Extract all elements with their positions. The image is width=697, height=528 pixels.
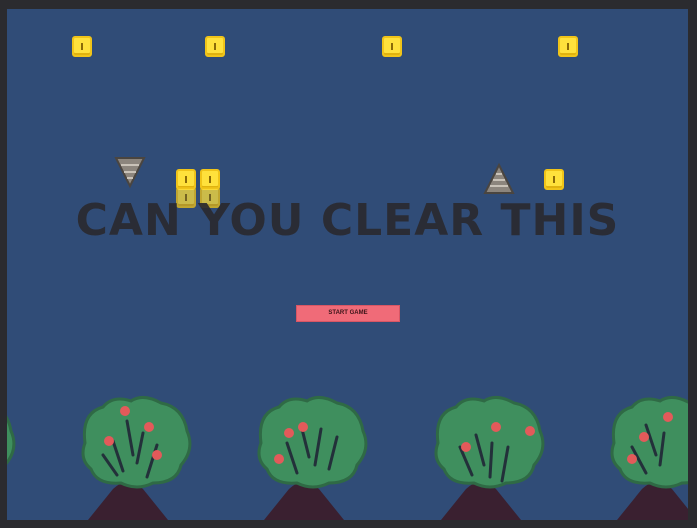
apple-tree (73, 393, 203, 520)
game-title: CAN YOU CLEAR THIS (75, 195, 620, 246)
coin-icon (544, 169, 564, 190)
start-game-button[interactable]: START GAME (296, 305, 400, 322)
spike-up-icon (483, 162, 515, 194)
apple-tree (426, 393, 556, 520)
coin-icon (558, 36, 578, 57)
game-frame: CAN YOU CLEAR THIS START GAME (0, 0, 697, 528)
apple-tree (7, 393, 27, 520)
apple-tree (602, 393, 688, 520)
coin-icon (72, 36, 92, 57)
coin-icon (205, 36, 225, 57)
game-canvas[interactable]: CAN YOU CLEAR THIS START GAME (7, 9, 688, 520)
apple-tree (249, 393, 379, 520)
coin-icon (382, 36, 402, 57)
spike-down-icon (114, 157, 146, 189)
